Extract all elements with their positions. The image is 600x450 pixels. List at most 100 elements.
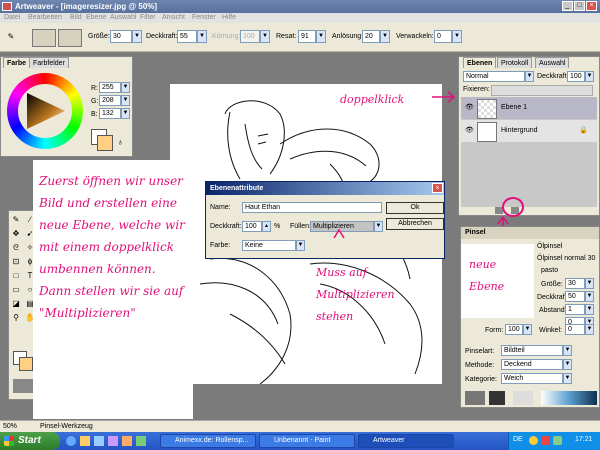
menu-auswahl[interactable]: Auswahl bbox=[110, 13, 136, 23]
deckkraft-dropdown[interactable]: ▼ bbox=[197, 30, 207, 43]
brush-form-dropdown[interactable]: ▼ bbox=[523, 324, 532, 335]
b-dropdown[interactable]: ▼ bbox=[121, 108, 130, 119]
brush-abstand-field[interactable]: 1 bbox=[565, 304, 585, 315]
r-field[interactable]: 255 bbox=[99, 82, 121, 93]
color-triangle[interactable] bbox=[21, 87, 69, 135]
g-dropdown[interactable]: ▼ bbox=[121, 95, 130, 106]
resat-field[interactable]: 91 bbox=[298, 30, 316, 43]
koernung-field[interactable]: 100 bbox=[240, 30, 260, 43]
r-dropdown[interactable]: ▼ bbox=[121, 82, 130, 93]
groesse-field[interactable]: 30 bbox=[110, 30, 132, 43]
brush-pinselart-select[interactable]: Bildteil bbox=[501, 345, 563, 356]
brush-grain-swatch[interactable] bbox=[513, 391, 533, 405]
brush-methode-dropdown[interactable]: ▼ bbox=[563, 359, 572, 370]
brush-form-field[interactable]: 100 bbox=[505, 324, 523, 335]
menu-bearbeiten[interactable]: Bearbeiten bbox=[28, 13, 62, 23]
dialog-fuellen-dropdown[interactable]: ▼ bbox=[374, 221, 383, 232]
texture-swatch[interactable] bbox=[13, 379, 35, 393]
language-indicator[interactable]: DE bbox=[513, 436, 523, 443]
menu-hilfe[interactable]: Hilfe bbox=[222, 13, 236, 23]
brush-groesse-field[interactable]: 30 bbox=[565, 278, 585, 289]
brush-methode-select[interactable]: Deckend bbox=[501, 359, 563, 370]
layer-opacity-field[interactable]: 100 bbox=[567, 71, 585, 82]
dialog-deckkraft-spinner[interactable]: ▴ bbox=[262, 221, 271, 232]
menu-fenster[interactable]: Fenster bbox=[192, 13, 216, 23]
crop-tool-icon[interactable]: ⊡ bbox=[11, 257, 21, 267]
maximize-button[interactable]: □ bbox=[574, 1, 585, 11]
brush-kategorie-dropdown[interactable]: ▼ bbox=[563, 373, 572, 384]
brush-abstand-dropdown[interactable]: ▼ bbox=[585, 304, 594, 315]
b-field[interactable]: 132 bbox=[99, 108, 121, 119]
tab-ebenen[interactable]: Ebenen bbox=[463, 57, 497, 68]
koernung-dropdown[interactable]: ▼ bbox=[260, 30, 270, 43]
rect-tool-icon[interactable]: □ bbox=[11, 271, 21, 281]
tab-auswahl[interactable]: Auswahl bbox=[535, 57, 570, 68]
brush-pinselart-dropdown[interactable]: ▼ bbox=[563, 345, 572, 356]
aufloesung-dropdown[interactable]: ▼ bbox=[380, 30, 390, 43]
eye-icon[interactable]: 👁 bbox=[465, 103, 474, 111]
quicklaunch-desktop-icon[interactable] bbox=[94, 436, 104, 446]
brush-icon[interactable]: ✎ bbox=[6, 32, 16, 42]
deckkraft-field[interactable]: 55 bbox=[177, 30, 197, 43]
tray-icon[interactable] bbox=[541, 436, 550, 445]
layer-opacity-dropdown[interactable]: ▼ bbox=[585, 71, 594, 82]
minimize-button[interactable]: _ bbox=[562, 1, 573, 11]
taskbar-item-artweaver[interactable]: Artweaver bbox=[358, 434, 454, 448]
fix-options[interactable] bbox=[491, 85, 593, 96]
color-wheel[interactable] bbox=[7, 73, 83, 149]
menu-filter[interactable]: Filter bbox=[140, 13, 156, 23]
layer-row[interactable]: 👁 Hintergrund 🔒 bbox=[461, 120, 597, 142]
resat-dropdown[interactable]: ▼ bbox=[316, 30, 326, 43]
dialog-cancel-button[interactable]: Abbrechen bbox=[386, 218, 444, 230]
brush-kategorie-select[interactable]: Weich bbox=[501, 373, 563, 384]
brush-gradient-swatch[interactable] bbox=[541, 391, 597, 405]
tray-icon[interactable] bbox=[529, 436, 538, 445]
dialog-close-button[interactable]: × bbox=[432, 183, 443, 193]
quicklaunch-ie-icon[interactable] bbox=[66, 436, 76, 446]
dialog-farbe-dropdown[interactable]: ▼ bbox=[296, 240, 305, 251]
eye-icon[interactable]: 👁 bbox=[465, 126, 474, 134]
menu-datei[interactable]: Datei bbox=[4, 13, 20, 23]
brush-winkel-field[interactable]: 0 bbox=[565, 324, 585, 335]
groesse-dropdown[interactable]: ▼ bbox=[132, 30, 142, 43]
dialog-ok-button[interactable]: Ok bbox=[386, 202, 444, 214]
menu-bild[interactable]: Bild bbox=[70, 13, 82, 23]
quicklaunch-firefox-icon[interactable] bbox=[122, 436, 132, 446]
quicklaunch-app-icon[interactable] bbox=[136, 436, 146, 446]
dialog-farbe-select[interactable]: Keine bbox=[242, 240, 296, 251]
verwackeln-dropdown[interactable]: ▼ bbox=[452, 30, 462, 43]
verwackeln-field[interactable]: 0 bbox=[434, 30, 452, 43]
toolbox-fg-swatch[interactable] bbox=[19, 357, 33, 371]
move-tool-icon[interactable]: ✥ bbox=[11, 229, 21, 239]
close-button[interactable]: × bbox=[586, 1, 597, 11]
brush-deckkraft-field[interactable]: 50 bbox=[565, 291, 585, 302]
lasso-tool-icon[interactable]: ᘓ bbox=[11, 243, 21, 253]
brush-tab-pasto[interactable]: pasto bbox=[541, 267, 558, 274]
eyedropper-icon[interactable]: ♁ bbox=[117, 137, 124, 147]
eraser-tool-icon[interactable]: ▭ bbox=[11, 285, 21, 295]
zoom-tool-icon[interactable]: ⚲ bbox=[11, 313, 21, 323]
brush-texture-swatch[interactable] bbox=[465, 391, 485, 405]
tab-farbe[interactable]: Farbe bbox=[3, 57, 31, 68]
blend-mode-dropdown[interactable]: ▼ bbox=[525, 71, 534, 82]
g-field[interactable]: 208 bbox=[99, 95, 121, 106]
brush-preset-picker[interactable] bbox=[32, 29, 56, 47]
foreground-color-swatch[interactable] bbox=[97, 135, 113, 151]
texture-picker[interactable] bbox=[58, 29, 82, 47]
dialog-deckkraft-field[interactable]: 100 bbox=[242, 221, 262, 232]
quicklaunch-media-icon[interactable] bbox=[108, 436, 118, 446]
taskbar-item-animexx[interactable]: Animexx.de: Rollensp... bbox=[160, 434, 256, 448]
aufloesung-field[interactable]: 20 bbox=[362, 30, 380, 43]
brush-deckkraft-dropdown[interactable]: ▼ bbox=[585, 291, 594, 302]
brush-pattern-swatch[interactable] bbox=[489, 391, 505, 405]
layer-row[interactable]: 👁 Ebene 1 bbox=[461, 97, 597, 119]
brush-tool-icon[interactable]: ✎ bbox=[11, 215, 21, 225]
brush-winkel-dropdown[interactable]: ▼ bbox=[585, 324, 594, 335]
fill-tool-icon[interactable]: ◪ bbox=[11, 299, 21, 309]
quicklaunch-folder-icon[interactable] bbox=[80, 436, 90, 446]
menu-ansicht[interactable]: Ansicht bbox=[162, 13, 185, 23]
tab-farbfelder[interactable]: Farbfelder bbox=[29, 57, 69, 68]
blend-mode-select[interactable]: Normal bbox=[463, 71, 525, 82]
brush-preset[interactable]: Ölpinsel bbox=[537, 243, 562, 250]
menu-ebene[interactable]: Ebene bbox=[86, 13, 106, 23]
